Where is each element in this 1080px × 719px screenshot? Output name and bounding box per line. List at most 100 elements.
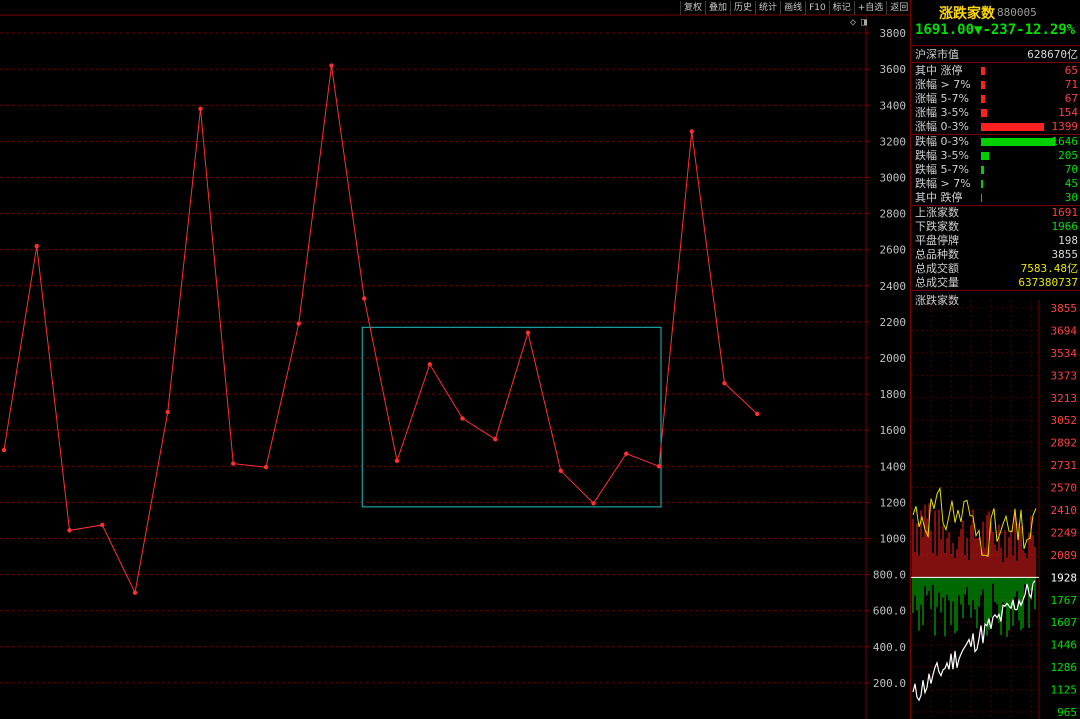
index-code: 880005: [997, 6, 1037, 19]
y-tick-label: 1000: [880, 532, 907, 545]
y-tick-label: 400.0: [873, 641, 906, 654]
back-button[interactable]: 返回: [886, 1, 911, 15]
down-range-bar: [981, 180, 983, 188]
y-tick-label: 600.0: [873, 605, 906, 618]
up-range-value: 71: [1064, 78, 1078, 91]
series-line: [3, 65, 758, 595]
y-tick-label: 200.0: [873, 677, 906, 690]
mini-tick-label: 2410: [1051, 504, 1078, 517]
mini-tick-label: 965: [1057, 706, 1077, 719]
diamond-icon[interactable]: ◇: [850, 17, 856, 28]
price-value: 1691.00: [915, 22, 975, 38]
f10-button[interactable]: F10: [805, 1, 829, 15]
data-point[interactable]: [427, 362, 432, 367]
data-point[interactable]: [362, 296, 367, 301]
data-point[interactable]: [689, 129, 694, 134]
summary-row: 平盘停牌 198: [915, 234, 1078, 248]
add-watchlist-button[interactable]: +自选: [853, 1, 887, 15]
mini-tick-label: 1928: [1051, 571, 1078, 584]
data-point[interactable]: [493, 437, 498, 442]
y-tick-label: 3400: [880, 99, 907, 112]
price-row: 1691.00▼-237-12.29%: [915, 22, 1075, 38]
summary-row: 总成交额 7583.48亿: [915, 262, 1078, 276]
mini-tick-label: 1286: [1051, 661, 1078, 674]
up-range-value: 67: [1064, 92, 1078, 105]
data-point[interactable]: [263, 464, 269, 470]
summary-label: 平盘停牌: [915, 234, 959, 247]
data-point[interactable]: [67, 528, 72, 533]
data-point[interactable]: [198, 106, 203, 112]
down-range-label: 跌幅 3-5%: [915, 149, 969, 162]
summary-row: 总成交量 637380737: [915, 276, 1078, 290]
panel-title: 涨跌家数: [939, 6, 995, 22]
mini-tick-label: 3213: [1051, 392, 1078, 405]
y-tick-label: 800.0: [873, 569, 906, 582]
y-tick-label: 3600: [880, 63, 907, 76]
up-range-label: 涨幅 0-3%: [915, 120, 969, 133]
mini-breadth-chart[interactable]: 3855 3694 3534 3373 3213 3052 2892 2731 2570 2410…: [911, 300, 1080, 719]
data-point[interactable]: [525, 330, 531, 335]
mini-tick-label: 1446: [1051, 639, 1078, 652]
mini-tick-label: 2089: [1051, 549, 1078, 562]
summary-label: 总成交额: [915, 262, 959, 275]
mark-button[interactable]: 标记: [828, 1, 854, 15]
data-point[interactable]: [460, 416, 465, 421]
data-point[interactable]: [329, 63, 334, 68]
mini-tick-label: 3052: [1051, 414, 1078, 427]
mini-tick-label: 3855: [1051, 302, 1078, 315]
y-tick-label: 2800: [880, 208, 907, 221]
market-cap-label: 沪深市值: [915, 48, 959, 61]
info-panel: 涨跌家数 880005 1691.00▼-237-12.29% 沪深市值 628…: [910, 0, 1080, 719]
data-point[interactable]: [165, 409, 170, 415]
down-range-row: 跌幅 5-7% 70: [915, 163, 1078, 177]
draw-line-button[interactable]: 画线: [780, 1, 805, 15]
up-range-row: 涨幅 5-7% 67: [915, 92, 1078, 106]
summary-value: 1966: [1051, 220, 1079, 233]
down-range-row: 跌幅 3-5% 205: [915, 149, 1078, 163]
data-point[interactable]: [656, 464, 662, 469]
overlay-button[interactable]: 叠加: [705, 1, 730, 15]
history-button[interactable]: 历史: [730, 1, 755, 15]
down-range-bar: [981, 138, 1055, 146]
summary-value: 637380737: [1018, 276, 1078, 289]
mini-tick-label: 1125: [1051, 684, 1078, 697]
data-point[interactable]: [296, 321, 301, 326]
data-point[interactable]: [132, 590, 138, 595]
data-point[interactable]: [1, 447, 7, 453]
up-range-row: 涨幅 0-3% 1399: [915, 120, 1078, 134]
data-point[interactable]: [231, 461, 236, 466]
summary-row: 总品种数 3855: [915, 248, 1078, 262]
up-range-bar: [981, 67, 985, 75]
up-range-label: 涨幅 > 7%: [915, 78, 971, 91]
summary-value: 198: [1058, 234, 1078, 247]
up-range-bar: [981, 109, 987, 117]
data-point[interactable]: [100, 522, 105, 528]
y-tick-label: 1800: [880, 388, 907, 401]
down-range-value: 1646: [1051, 135, 1079, 148]
statistics-button[interactable]: 统计: [755, 1, 780, 15]
market-cap-value: 628670亿: [1027, 48, 1078, 61]
panel-toggle-icon[interactable]: ◨: [861, 17, 867, 28]
y-tick-label: 3800: [880, 27, 907, 40]
down-range-row: 跌幅 > 7% 45: [915, 177, 1078, 191]
restore-rights-button[interactable]: 复权: [680, 1, 705, 15]
mini-tick-label: 2249: [1051, 526, 1078, 539]
mini-tick-label: 2570: [1051, 482, 1078, 495]
data-point[interactable]: [722, 381, 727, 386]
main-line-chart[interactable]: 200.0 400.0 600.0 800.0 1000 1200 1400 1600 1800…: [0, 0, 910, 719]
data-point[interactable]: [394, 458, 400, 464]
up-range-label: 涨幅 5-7%: [915, 92, 969, 105]
data-point[interactable]: [755, 411, 760, 417]
mini-tick-label: 3534: [1051, 347, 1078, 360]
y-tick-label: 3000: [880, 171, 907, 184]
data-point[interactable]: [34, 243, 39, 249]
data-point[interactable]: [624, 451, 629, 456]
down-range-value: 45: [1064, 177, 1078, 190]
data-point[interactable]: [558, 468, 563, 473]
data-point[interactable]: [591, 501, 596, 506]
up-range-bar: [981, 81, 985, 89]
highlight-box[interactable]: [361, 326, 662, 508]
y-tick-label: 3200: [880, 135, 907, 148]
down-range-label: 跌幅 5-7%: [915, 163, 969, 176]
divider: [911, 45, 1080, 46]
